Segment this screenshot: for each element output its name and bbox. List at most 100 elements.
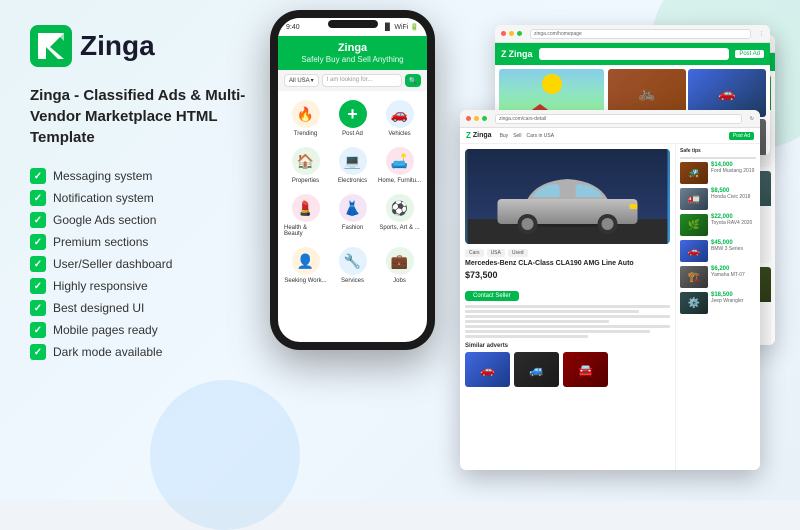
sidebar-thumb-6: ⚙️ bbox=[680, 292, 708, 314]
listing-price: $73,500 bbox=[465, 270, 670, 280]
category-services[interactable]: 🔧 Services bbox=[329, 242, 376, 289]
phone-search-bar: All USA ▾ I am looking for... 🔍 bbox=[278, 70, 427, 91]
sidebar-listing-6[interactable]: ⚙️ $18,500 Jeep Wrangler bbox=[680, 292, 756, 314]
nav-buy[interactable]: Buy bbox=[500, 133, 509, 139]
check-icon bbox=[30, 344, 46, 360]
check-icon bbox=[30, 278, 46, 294]
sidebar-name: Ford Mustang 2019 bbox=[711, 168, 756, 175]
top-logo-icon: Z bbox=[501, 49, 507, 59]
feature-item: Google Ads section bbox=[30, 212, 250, 228]
url-text: zinga.com/homepage bbox=[534, 31, 582, 37]
sidebar-thumb-1: 🚜 bbox=[680, 162, 708, 184]
zinga-logo-icon bbox=[30, 25, 72, 67]
top-post-btn[interactable]: Post Ad bbox=[735, 50, 764, 58]
right-section: zinga.com/homepage ⋮ Z Zinga Post Ad bbox=[460, 20, 770, 480]
post-ad-icon: + bbox=[339, 100, 367, 128]
nav-cars[interactable]: Cars in USA bbox=[527, 133, 555, 139]
phone-header-subtitle: Safely Buy and Sell Anything bbox=[286, 55, 419, 64]
sidebar-listing-info: $22,000 Toyota RAV4 2020 bbox=[711, 214, 756, 236]
phone-search-input[interactable]: I am looking for... bbox=[322, 74, 402, 87]
similar-car-2[interactable]: 🚙 bbox=[514, 352, 559, 387]
search-placeholder: I am looking for... bbox=[327, 77, 373, 83]
close-dot bbox=[501, 31, 506, 36]
category-sports[interactable]: ⚽ Sports, Art & ... bbox=[376, 189, 423, 242]
main-content-area: Cars USA Used Mercedes-Benz CLA-Class CL… bbox=[460, 144, 675, 470]
category-label: Electronics bbox=[338, 178, 367, 184]
similar-car-3[interactable]: 🚘 bbox=[563, 352, 608, 387]
url-bar-top[interactable]: zinga.com/homepage bbox=[530, 29, 751, 39]
feature-item: Best designed UI bbox=[30, 300, 250, 316]
category-vehicles[interactable]: 🚗 Vehicles bbox=[376, 95, 423, 142]
check-icon bbox=[30, 168, 46, 184]
sidebar-listing-3[interactable]: 🌿 $22,000 Toyota RAV4 2020 bbox=[680, 214, 756, 236]
check-icon bbox=[30, 322, 46, 338]
location-label: All USA bbox=[289, 78, 310, 84]
category-furniture[interactable]: 🛋️ Home, Furnitu... bbox=[376, 142, 423, 189]
feature-item: Premium sections bbox=[30, 234, 250, 250]
electronics-icon: 💻 bbox=[339, 147, 367, 175]
listing-title: Mercedes-Benz CLA-Class CLA190 AMG Line … bbox=[465, 260, 670, 267]
sidebar-listing-2[interactable]: 🚛 $8,500 Honda Civic 2018 bbox=[680, 188, 756, 210]
sidebar-listing-info: $8,500 Honda Civic 2018 bbox=[711, 188, 756, 210]
category-health[interactable]: 💄 Health & Beauty bbox=[282, 189, 329, 242]
page-wrapper: Zinga Zinga - Classified Ads & Multi-Ven… bbox=[0, 0, 800, 500]
similar-car-1[interactable]: 🚗 bbox=[465, 352, 510, 387]
sidebar-name: Yamaha MT-07 bbox=[711, 272, 756, 279]
phone-search-button[interactable]: 🔍 bbox=[405, 74, 421, 87]
contact-seller-btn[interactable]: Contact Seller bbox=[465, 291, 519, 301]
feature-item: Highly responsive bbox=[30, 278, 250, 294]
url-bar-main[interactable]: zinga.com/cars-detail bbox=[495, 114, 742, 124]
feature-item: Mobile pages ready bbox=[30, 322, 250, 338]
feature-item: User/Seller dashboard bbox=[30, 256, 250, 272]
category-post-ad[interactable]: + Post Ad bbox=[329, 95, 376, 142]
health-icon: 💄 bbox=[292, 194, 320, 222]
sidebar-listing-1[interactable]: 🚜 $14,000 Ford Mustang 2019 bbox=[680, 162, 756, 184]
sidebar-listing-info: $6,200 Yamaha MT-07 bbox=[711, 266, 756, 288]
category-properties[interactable]: 🏠 Properties bbox=[282, 142, 329, 189]
logo-area: Zinga bbox=[30, 25, 250, 67]
close-dot-main bbox=[466, 116, 471, 121]
minimize-dot-main bbox=[474, 116, 479, 121]
seeking-icon: 👤 bbox=[292, 247, 320, 275]
left-section: Zinga Zinga - Classified Ads & Multi-Ven… bbox=[30, 20, 250, 360]
top-search-bar[interactable] bbox=[539, 48, 730, 60]
main-nav-logo: Z Zinga bbox=[466, 131, 492, 140]
category-electronics[interactable]: 💻 Electronics bbox=[329, 142, 376, 189]
sidebar-listing-info: $14,000 Ford Mustang 2019 bbox=[711, 162, 756, 184]
desktop-main-mockup: zinga.com/cars-detail ↻ Z Zinga Buy Sell… bbox=[460, 110, 760, 470]
sidebar-listing-5[interactable]: 🏗️ $6,200 Yamaha MT-07 bbox=[680, 266, 756, 288]
phone-section: 9:40 ▐▌ WiFi 🔋 Zinga Safely Buy and Sell… bbox=[260, 10, 445, 350]
vehicles-icon: 🚗 bbox=[386, 100, 414, 128]
sidebar-listing-4[interactable]: 🚗 $45,000 BMW 3 Series bbox=[680, 240, 756, 262]
feature-label: Dark mode available bbox=[53, 345, 162, 359]
check-icon bbox=[30, 234, 46, 250]
phone-location-btn[interactable]: All USA ▾ bbox=[284, 74, 319, 87]
sidebar-divider bbox=[680, 157, 756, 159]
category-jobs[interactable]: 💼 Jobs bbox=[376, 242, 423, 289]
feature-item: Notification system bbox=[30, 190, 250, 206]
fashion-icon: 👗 bbox=[339, 194, 367, 222]
category-label: Home, Furnitu... bbox=[378, 178, 421, 184]
category-label: Post Ad bbox=[342, 131, 363, 137]
category-trending[interactable]: 🔥 Trending bbox=[282, 95, 329, 142]
category-label: Jobs bbox=[393, 278, 406, 284]
main-nav-links: Buy Sell Cars in USA bbox=[500, 133, 554, 139]
jobs-icon: 💼 bbox=[386, 247, 414, 275]
category-label: Vehicles bbox=[388, 131, 410, 137]
category-seeking[interactable]: 👤 Seeking Work... bbox=[282, 242, 329, 289]
category-label: Seeking Work... bbox=[284, 278, 326, 284]
nav-sell[interactable]: Sell bbox=[513, 133, 521, 139]
category-fashion[interactable]: 👗 Fashion bbox=[329, 189, 376, 242]
browser-menu-icon: ⋮ bbox=[759, 31, 764, 37]
main-logo-text: Zinga bbox=[473, 132, 492, 139]
category-label: Services bbox=[341, 278, 364, 284]
main-post-btn[interactable]: Post Ad bbox=[729, 132, 754, 140]
sidebar-name: Jeep Wrangler bbox=[711, 298, 756, 305]
desc-line bbox=[465, 305, 670, 308]
feature-label: User/Seller dashboard bbox=[53, 257, 172, 271]
category-badge: Cars bbox=[465, 249, 484, 257]
search-icon: 🔍 bbox=[409, 77, 418, 85]
category-label: Properties bbox=[292, 178, 319, 184]
fullscreen-dot bbox=[517, 31, 522, 36]
minimize-dot bbox=[509, 31, 514, 36]
